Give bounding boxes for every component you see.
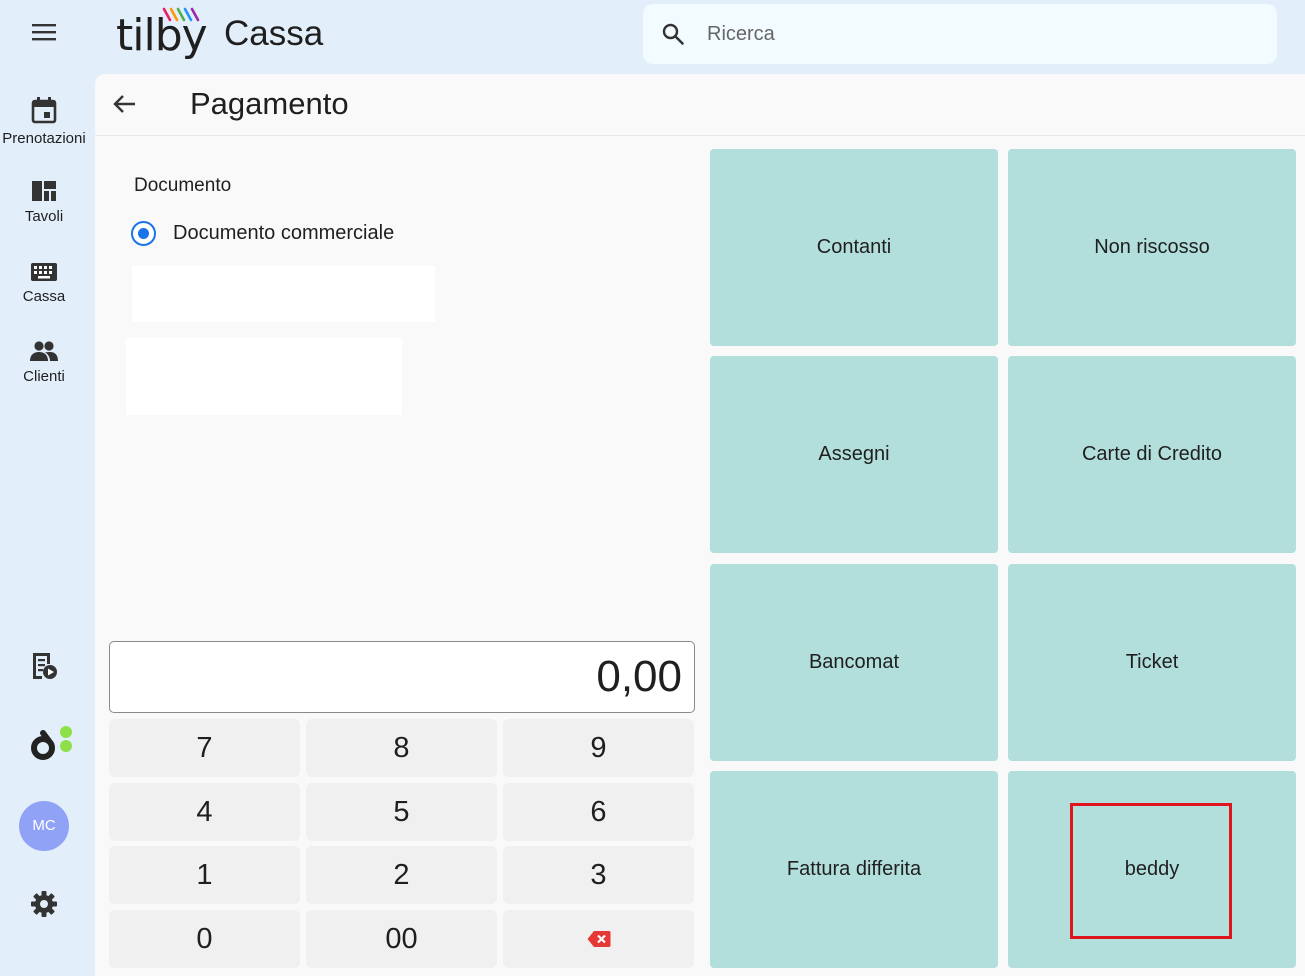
payment-method-ticket[interactable]: Ticket — [1008, 564, 1296, 761]
amount-display: 0,00 — [109, 641, 695, 713]
sidebar-item-tavoli[interactable]: Tavoli — [0, 180, 88, 225]
keypad-key-2[interactable]: 2 — [306, 846, 497, 904]
keypad-key-4[interactable]: 4 — [109, 783, 300, 841]
settings-gear-icon — [31, 891, 57, 917]
keypad-key-9[interactable]: 9 — [503, 719, 694, 777]
radio-selected-icon[interactable] — [131, 221, 156, 246]
payment-method-fattura-differita[interactable]: Fattura differita — [710, 771, 998, 968]
receipt-play-icon — [33, 653, 57, 679]
search-icon — [662, 23, 684, 45]
payment-method-beddy[interactable]: beddy — [1008, 771, 1296, 968]
amount-value: 0,00 — [596, 652, 682, 701]
sidebar-item-label: Cassa — [22, 288, 66, 305]
arrow-back-icon — [113, 95, 135, 113]
brand-logo-button[interactable] — [28, 724, 76, 760]
radio-label: Documento commerciale — [173, 222, 395, 244]
keypad-key-0[interactable]: 0 — [109, 910, 300, 968]
sidebar-item-cassa[interactable]: Cassa — [0, 262, 88, 305]
avatar[interactable]: MC — [19, 801, 69, 851]
document-label: Documento — [134, 175, 232, 196]
payment-method-carte-di-credito[interactable]: Carte di Credito — [1008, 356, 1296, 553]
sidebar-item-label: Tavoli — [24, 208, 64, 225]
keypad-key-6[interactable]: 6 — [503, 783, 694, 841]
keypad-key-00[interactable]: 00 — [306, 910, 497, 968]
page-title: Pagamento — [190, 86, 349, 121]
settings-button[interactable] — [28, 888, 60, 920]
keypad-key-1[interactable]: 1 — [109, 846, 300, 904]
app-title: Cassa — [224, 14, 324, 53]
brand-logo-icon — [31, 726, 72, 760]
payment-method-non-riscosso[interactable]: Non riscosso — [1008, 149, 1296, 346]
sidebar-item-clienti[interactable]: Clienti — [0, 340, 88, 385]
tables-layout-icon — [32, 181, 56, 201]
keypad-key-3[interactable]: 3 — [503, 846, 694, 904]
calendar-icon — [31, 97, 57, 124]
logo-rays-icon — [162, 7, 200, 22]
keypad-key-8[interactable]: 8 — [306, 719, 497, 777]
back-button[interactable] — [109, 88, 141, 120]
hamburger-menu-icon — [32, 24, 56, 41]
search-input[interactable] — [707, 18, 1247, 50]
receipt-play-button[interactable] — [28, 650, 60, 682]
people-icon — [30, 341, 58, 361]
sidebar-item-label: Prenotazioni — [2, 130, 86, 147]
payment-method-bancomat[interactable]: Bancomat — [710, 564, 998, 761]
blank-field — [126, 338, 402, 415]
blank-field — [132, 266, 435, 322]
keypad-key-7[interactable]: 7 — [109, 719, 300, 777]
menu-button[interactable] — [24, 14, 64, 50]
search-box[interactable] — [643, 4, 1277, 64]
keypad-key-5[interactable]: 5 — [306, 783, 497, 841]
payment-method-assegni[interactable]: Assegni — [710, 356, 998, 553]
sidebar-item-label: Clienti — [23, 368, 65, 385]
sidebar-item-prenotazioni[interactable]: Prenotazioni — [0, 96, 88, 147]
top-bar: tilby Cassa — [0, 0, 1305, 74]
main-panel: Pagamento Documento Documento commercial… — [95, 74, 1305, 976]
tilby-logo: tilby — [116, 6, 208, 62]
page-header: Pagamento — [95, 74, 1305, 136]
payment-method-contanti[interactable]: Contanti — [710, 149, 998, 346]
backspace-icon — [587, 931, 610, 947]
keyboard-icon — [31, 263, 57, 281]
keypad-backspace-button[interactable] — [503, 910, 694, 968]
